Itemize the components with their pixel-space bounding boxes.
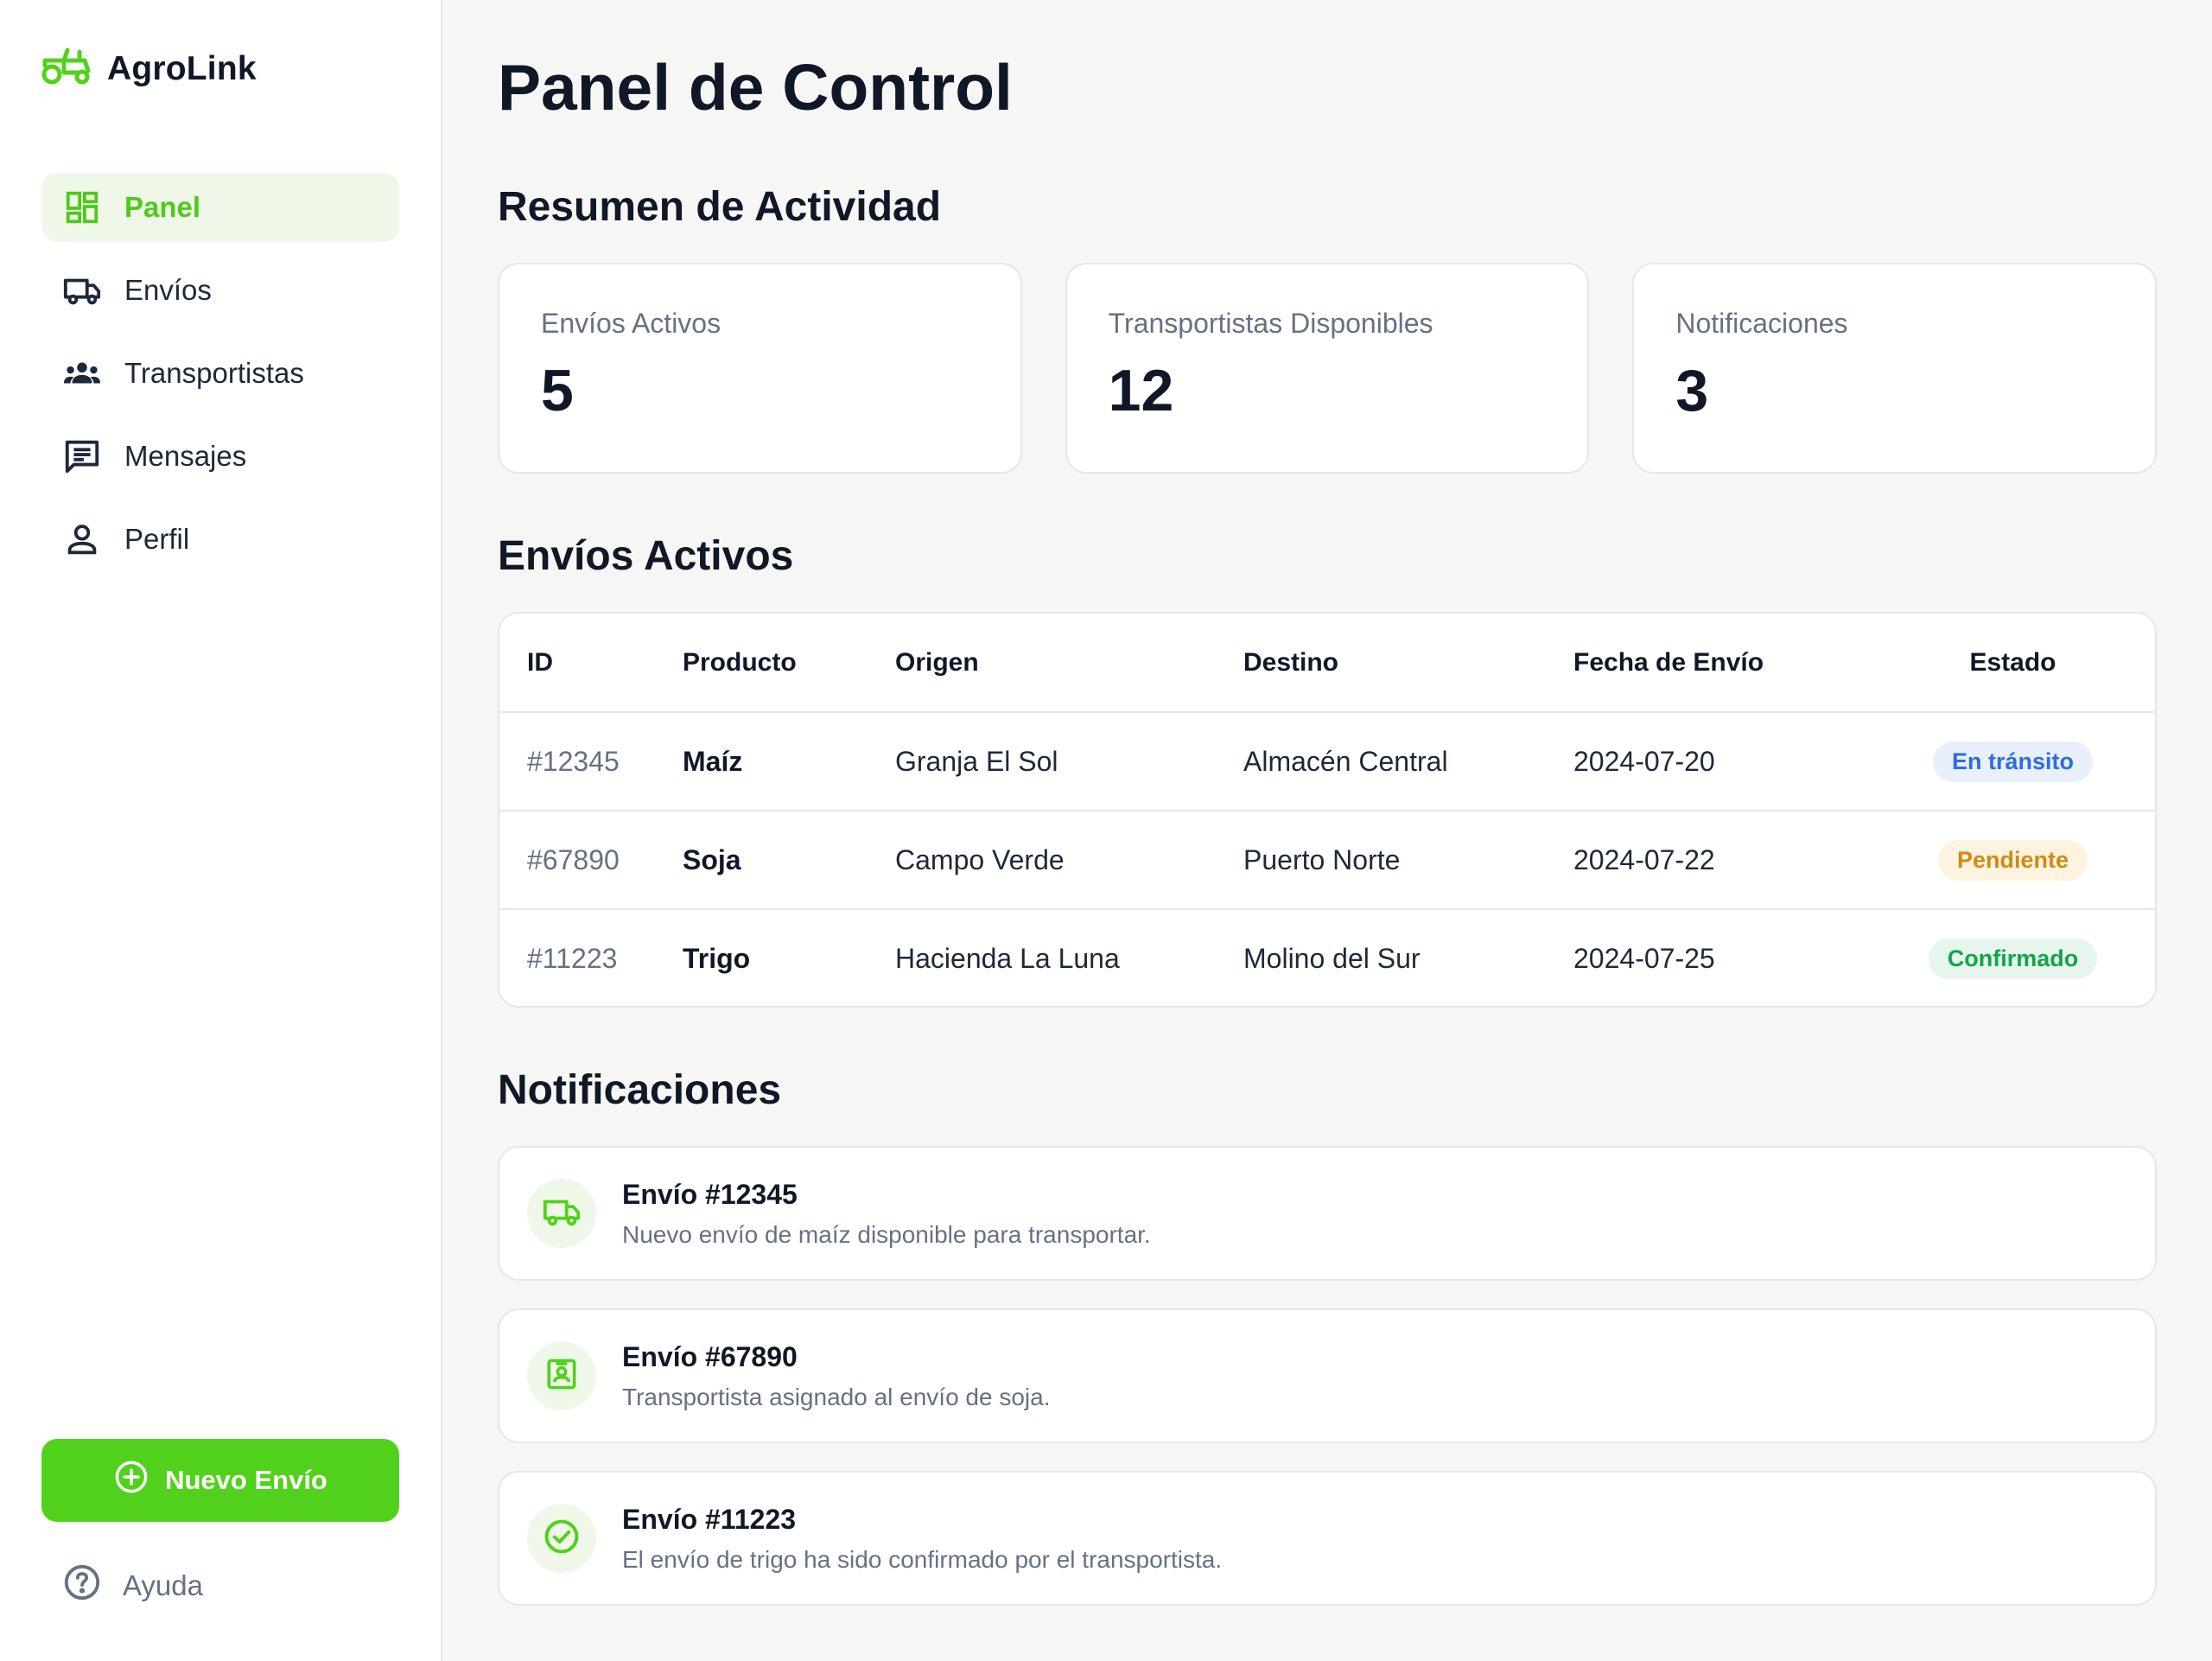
cell-product: Trigo (683, 943, 751, 974)
column-header-product[interactable]: Producto (683, 614, 895, 713)
sidebar-item-transportistas[interactable]: Transportistas (41, 339, 399, 408)
sidebar: AgroLink Panel Envíos Transportistas Men… (0, 0, 442, 1661)
help-icon (62, 1562, 102, 1609)
cell-status: En tránsito (1871, 712, 2155, 811)
card-label: Notificaciones (1675, 308, 1848, 339)
sidebar-item-mensajes[interactable]: Mensajes (41, 422, 399, 491)
cell-origin: Granja El Sol (895, 712, 1243, 811)
summary-card-available-carriers[interactable]: Transportistas Disponibles 12 (1065, 263, 1590, 474)
card-value: 5 (541, 358, 574, 423)
notification-item[interactable]: Envío #12345 Nuevo envío de maíz disponi… (498, 1146, 2157, 1281)
cell-id: #67890 (499, 811, 683, 910)
card-label: Envíos Activos (541, 308, 721, 339)
new-shipment-button[interactable]: Nuevo Envío (41, 1439, 399, 1522)
table-row[interactable]: #11223 Trigo Hacienda La Luna Molino del… (499, 909, 2155, 1006)
cell-date: 2024-07-25 (1573, 943, 1715, 974)
chat-icon (62, 436, 102, 476)
card-value: 3 (1675, 358, 1709, 423)
column-header-destination[interactable]: Destino (1243, 614, 1573, 713)
badge-icon (543, 1355, 581, 1397)
brand[interactable]: AgroLink (41, 47, 257, 91)
sidebar-item-panel[interactable]: Panel (41, 173, 399, 242)
cell-destination: Almacén Central (1243, 712, 1573, 811)
status-badge: Confirmado (1928, 939, 2098, 979)
cell-status: Pendiente (1871, 811, 2155, 910)
cell-id: #11223 (527, 943, 618, 974)
sidebar-item-label: Perfil (124, 523, 190, 555)
help-label: Ayuda (123, 1569, 203, 1601)
cell-product: Soja (683, 811, 895, 910)
card-value: 12 (1108, 358, 1174, 423)
notification-title: Envío #12345 (622, 1178, 798, 1210)
help-link[interactable]: Ayuda (62, 1562, 203, 1609)
truck-icon (542, 1192, 582, 1236)
status-badge: En tránsito (1932, 741, 2093, 782)
cell-status: Confirmado (1871, 909, 2155, 1006)
cell-date: 2024-07-22 (1573, 811, 1871, 910)
column-header-id[interactable]: ID (499, 614, 683, 713)
summary-card-active-shipments[interactable]: Envíos Activos 5 (498, 263, 1022, 474)
notification-text: El envío de trigo ha sido confirmado por… (622, 1545, 1223, 1573)
sidebar-item-label: Transportistas (124, 357, 304, 389)
summary-title: Resumen de Actividad (498, 184, 942, 230)
sidebar-item-label: Envíos (124, 274, 212, 306)
sidebar-nav: Panel Envíos Transportistas Mensajes Per… (41, 173, 399, 588)
new-shipment-label: Nuevo Envío (165, 1465, 327, 1495)
cell-destination: Puerto Norte (1243, 811, 1573, 910)
sidebar-item-label: Mensajes (124, 440, 247, 472)
notification-body: Envío #11223 El envío de trigo ha sido c… (622, 1504, 1222, 1574)
cell-date: 2024-07-20 (1573, 712, 1871, 811)
tractor-icon (41, 47, 92, 91)
notifications-title: Notificaciones (498, 1067, 782, 1113)
shipments-table: ID Producto Origen Destino Fecha de Enví… (498, 612, 2157, 1008)
notification-icon-wrap (527, 1341, 596, 1410)
dashboard-icon (62, 188, 102, 227)
column-header-date[interactable]: Fecha de Envío (1573, 614, 1871, 713)
shipments-title: Envíos Activos (498, 533, 794, 579)
notification-item[interactable]: Envío #11223 El envío de trigo ha sido c… (498, 1471, 2157, 1606)
check-circle-icon (543, 1518, 581, 1560)
notification-title: Envío #11223 (622, 1503, 797, 1535)
cell-destination: Molino del Sur (1243, 943, 1421, 974)
notification-title: Envío #67890 (622, 1340, 798, 1372)
sidebar-item-envios[interactable]: Envíos (41, 256, 399, 325)
group-icon (62, 353, 102, 393)
sidebar-item-perfil[interactable]: Perfil (41, 505, 399, 574)
brand-name: AgroLink (107, 49, 257, 87)
column-header-status[interactable]: Estado (1871, 614, 2155, 713)
cell-origin: Hacienda La Luna (895, 943, 1120, 974)
notification-item[interactable]: Envío #67890 Transportista asignado al e… (498, 1308, 2157, 1443)
notification-text: Transportista asignado al envío de soja. (622, 1383, 1051, 1410)
cell-product: Maíz (683, 712, 895, 811)
status-badge: Pendiente (1937, 839, 2088, 881)
page-title: Panel de Control (498, 51, 1013, 124)
column-header-origin[interactable]: Origen (895, 614, 1243, 713)
sidebar-item-label: Panel (124, 191, 201, 223)
table-row[interactable]: #12345 Maíz Granja El Sol Almacén Centra… (499, 712, 2155, 811)
add-circle-icon (113, 1459, 149, 1502)
notification-body: Envío #12345 Nuevo envío de maíz disponi… (622, 1179, 1151, 1249)
notification-icon-wrap (527, 1504, 596, 1573)
notification-body: Envío #67890 Transportista asignado al e… (622, 1341, 1050, 1411)
notification-icon-wrap (527, 1179, 596, 1248)
truck-icon (62, 270, 102, 310)
table-row[interactable]: #67890 Soja Campo Verde Puerto Norte 202… (499, 811, 2155, 910)
cell-id: #12345 (499, 712, 683, 811)
summary-card-notifications[interactable]: Notificaciones 3 (1632, 263, 2158, 474)
card-label: Transportistas Disponibles (1108, 308, 1433, 339)
person-icon (62, 519, 102, 559)
cell-origin: Campo Verde (895, 811, 1243, 910)
summary-cards: Envíos Activos 5 Transportistas Disponib… (498, 263, 2158, 474)
table-header-row: ID Producto Origen Destino Fecha de Enví… (499, 614, 2155, 713)
notification-text: Nuevo envío de maíz disponible para tran… (622, 1220, 1151, 1248)
